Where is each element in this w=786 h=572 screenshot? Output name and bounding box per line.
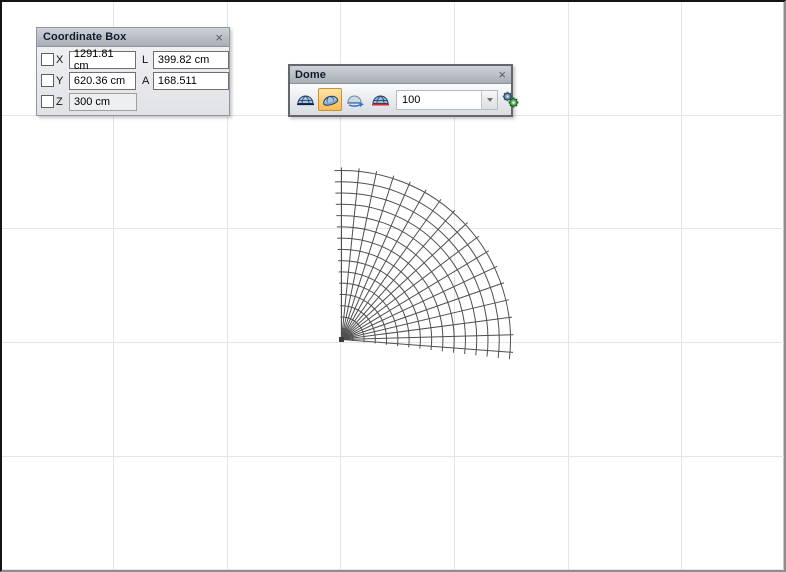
z-value-field[interactable]: 300 cm: [69, 93, 137, 111]
close-icon[interactable]: ×: [498, 68, 506, 81]
coordinate-rows: X 1291.81 cm L 399.82 cm Y 620.36 cm A 1…: [37, 47, 229, 115]
coordinate-row-z: Z 300 cm: [41, 91, 229, 112]
gears-icon: [502, 91, 519, 108]
drafting-window: Coordinate Box × X 1291.81 cm L 399.82 c…: [0, 0, 786, 572]
dome-titlebar[interactable]: Dome ×: [290, 66, 511, 84]
x-lock-checkbox[interactable]: [41, 53, 54, 66]
dome-settings-button[interactable]: [501, 90, 519, 109]
dome-3d-button[interactable]: [318, 88, 342, 111]
dome-title: Dome: [295, 69, 498, 81]
coordinate-box-palette: Coordinate Box × X 1291.81 cm L 399.82 c…: [36, 27, 230, 116]
y-lock-checkbox[interactable]: [41, 74, 54, 87]
dome-redbase-icon: [371, 92, 390, 107]
dome-rotate-button[interactable]: [343, 88, 367, 111]
dome-resolution-combobox[interactable]: 100: [396, 90, 498, 110]
coordinate-box-titlebar[interactable]: Coordinate Box ×: [37, 28, 229, 47]
z-lock-checkbox[interactable]: [41, 95, 54, 108]
x-value-field[interactable]: 1291.81 cm: [69, 51, 136, 69]
y-value-field[interactable]: 620.36 cm: [69, 72, 136, 90]
combo-dropdown-button[interactable]: [481, 91, 497, 109]
dome-apex-hotspot[interactable]: [339, 337, 344, 342]
z-axis-label: Z: [56, 96, 69, 108]
dome-resolution-value[interactable]: 100: [397, 91, 481, 109]
close-icon[interactable]: ×: [215, 31, 223, 44]
a-value-field[interactable]: 168.511: [153, 72, 229, 90]
dome-toolbar-row: 100: [290, 84, 511, 115]
coordinate-row-y: Y 620.36 cm A 168.511: [41, 70, 229, 91]
a-label: A: [142, 75, 151, 87]
l-label: L: [142, 54, 151, 66]
coordinate-row-x: X 1291.81 cm L 399.82 cm: [41, 49, 229, 70]
l-value-field[interactable]: 399.82 cm: [153, 51, 229, 69]
x-axis-label: X: [56, 54, 69, 66]
y-axis-label: Y: [56, 75, 69, 87]
dome-redbase-button[interactable]: [368, 88, 392, 111]
dome-toolbar-palette: Dome ×: [288, 64, 513, 117]
chevron-down-icon: [487, 98, 493, 102]
dome-mesh-icon: [296, 92, 315, 107]
coordinate-box-title: Coordinate Box: [43, 31, 215, 43]
dome-3d-icon: [321, 92, 340, 108]
dome-rotate-icon: [346, 92, 365, 107]
dome-mesh-button[interactable]: [293, 88, 317, 111]
